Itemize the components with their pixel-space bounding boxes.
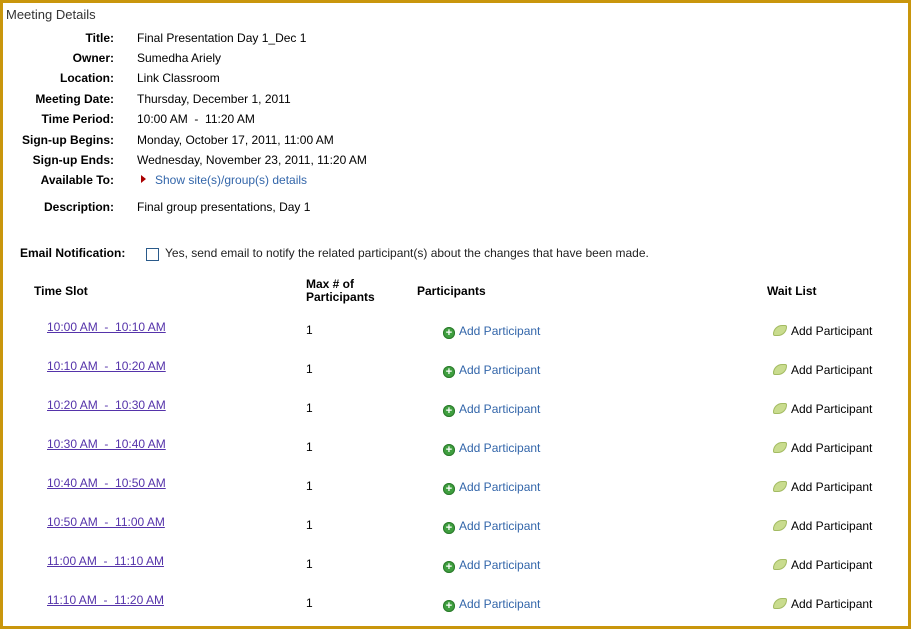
add-participant-button[interactable]: + Add Participant xyxy=(443,519,540,534)
leaf-icon xyxy=(773,559,787,570)
detail-label: Owner: xyxy=(72,51,114,65)
email-notification-label: Email Notification: xyxy=(20,246,126,260)
add-circle-icon: + xyxy=(443,405,455,417)
time-slot-link[interactable]: 10:20 AM - 10:30 AM xyxy=(47,398,166,412)
add-circle-icon: + xyxy=(443,444,455,456)
detail-available-to: Available To: Show site(s)/group(s) deta… xyxy=(3,172,403,188)
max-participants-value: 1 xyxy=(306,479,313,493)
add-participant-button[interactable]: + Add Participant xyxy=(443,402,540,417)
email-notify-checkbox[interactable] xyxy=(146,248,159,261)
add-waitlist-participant-label: Add Participant xyxy=(791,597,873,611)
add-participant-label: Add Participant xyxy=(459,402,541,416)
add-participant-button[interactable]: + Add Participant xyxy=(443,441,540,456)
add-waitlist-participant-button[interactable]: Add Participant xyxy=(773,402,872,416)
add-waitlist-participant-button[interactable]: Add Participant xyxy=(773,441,872,455)
detail-value: Sumedha Ariely xyxy=(137,51,222,65)
add-participant-label: Add Participant xyxy=(459,519,541,533)
add-waitlist-participant-button[interactable]: Add Participant xyxy=(773,363,872,377)
max-participants-value: 1 xyxy=(306,596,313,610)
add-waitlist-participant-label: Add Participant xyxy=(791,324,873,338)
detail-value: Final group presentations, Day 1 xyxy=(137,200,311,214)
add-participant-label: Add Participant xyxy=(459,363,541,377)
detail-label: Title: xyxy=(85,31,114,45)
add-waitlist-participant-button[interactable]: Add Participant xyxy=(773,519,872,533)
add-waitlist-participant-label: Add Participant xyxy=(791,480,873,494)
add-waitlist-participant-button[interactable]: Add Participant xyxy=(773,324,872,338)
time-slot-link[interactable]: 10:40 AM - 10:50 AM xyxy=(47,476,166,490)
add-participant-button[interactable]: + Add Participant xyxy=(443,480,540,495)
detail-value: Link Classroom xyxy=(137,71,220,85)
meeting-details-panel: Meeting Details Title: Final Presentatio… xyxy=(0,0,911,629)
header-max-participants: Max # of Participants xyxy=(306,278,375,304)
header-time-slot: Time Slot xyxy=(34,284,88,298)
time-slot-link[interactable]: 11:10 AM - 11:20 AM xyxy=(47,593,164,607)
triangle-right-icon[interactable] xyxy=(141,175,146,183)
time-slot-link[interactable]: 11:00 AM - 11:10 AM xyxy=(47,554,164,568)
detail-label: Location: xyxy=(60,71,114,85)
email-notification-row: Email Notification: Yes, send email to n… xyxy=(3,245,803,261)
max-participants-value: 1 xyxy=(306,323,313,337)
detail-value: Wednesday, November 23, 2011, 11:20 AM xyxy=(137,153,367,167)
time-slot-link[interactable]: 10:30 AM - 10:40 AM xyxy=(47,437,166,451)
detail-label: Time Period: xyxy=(41,112,114,126)
leaf-icon xyxy=(773,364,787,375)
detail-value: Monday, October 17, 2011, 11:00 AM xyxy=(137,133,334,147)
max-participants-value: 1 xyxy=(306,557,313,571)
email-notify-text: Yes, send email to notify the related pa… xyxy=(165,246,649,260)
add-circle-icon: + xyxy=(443,483,455,495)
add-waitlist-participant-label: Add Participant xyxy=(791,402,873,416)
add-circle-icon: + xyxy=(443,600,455,612)
add-participant-label: Add Participant xyxy=(459,597,541,611)
add-participant-label: Add Participant xyxy=(459,324,541,338)
header-max-line2: Participants xyxy=(306,290,375,304)
add-waitlist-participant-button[interactable]: Add Participant xyxy=(773,558,872,572)
add-circle-icon: + xyxy=(443,522,455,534)
add-circle-icon: + xyxy=(443,366,455,378)
max-participants-value: 1 xyxy=(306,440,313,454)
add-waitlist-participant-label: Add Participant xyxy=(791,363,873,377)
leaf-icon xyxy=(773,403,787,414)
add-waitlist-participant-label: Add Participant xyxy=(791,441,873,455)
leaf-icon xyxy=(773,442,787,453)
add-participant-button[interactable]: + Add Participant xyxy=(443,558,540,573)
detail-label: Sign-up Begins: xyxy=(22,133,114,147)
max-participants-value: 1 xyxy=(306,401,313,415)
detail-value: Thursday, December 1, 2011 xyxy=(137,92,291,106)
add-participant-button[interactable]: + Add Participant xyxy=(443,597,540,612)
leaf-icon xyxy=(773,598,787,609)
detail-label: Description: xyxy=(43,200,114,214)
detail-value: 10:00 AM - 11:20 AM xyxy=(137,112,255,126)
add-participant-label: Add Participant xyxy=(459,558,541,572)
max-participants-value: 1 xyxy=(306,518,313,532)
header-wait-list: Wait List xyxy=(767,284,817,298)
leaf-icon xyxy=(773,325,787,336)
time-slot-link[interactable]: 10:10 AM - 10:20 AM xyxy=(47,359,166,373)
add-participant-button[interactable]: + Add Participant xyxy=(443,324,540,339)
detail-value: Final Presentation Day 1_Dec 1 xyxy=(137,31,307,45)
leaf-icon xyxy=(773,481,787,492)
detail-label: Available To: xyxy=(40,173,114,187)
add-participant-button[interactable]: + Add Participant xyxy=(443,363,540,378)
header-participants: Participants xyxy=(417,284,486,298)
time-slot-link[interactable]: 10:50 AM - 11:00 AM xyxy=(47,515,165,529)
detail-label: Meeting Date: xyxy=(35,92,114,106)
time-slot-link[interactable]: 10:00 AM - 10:10 AM xyxy=(47,320,166,334)
show-site-group-details-link[interactable]: Show site(s)/group(s) details xyxy=(155,172,307,188)
add-waitlist-participant-label: Add Participant xyxy=(791,558,873,572)
detail-label: Sign-up Ends: xyxy=(32,153,114,167)
max-participants-value: 1 xyxy=(306,362,313,376)
add-participant-label: Add Participant xyxy=(459,441,541,455)
add-waitlist-participant-button[interactable]: Add Participant xyxy=(773,597,872,611)
add-circle-icon: + xyxy=(443,327,455,339)
add-participant-label: Add Participant xyxy=(459,480,541,494)
leaf-icon xyxy=(773,520,787,531)
add-waitlist-participant-button[interactable]: Add Participant xyxy=(773,480,872,494)
add-circle-icon: + xyxy=(443,561,455,573)
section-title: Meeting Details xyxy=(6,7,96,22)
add-waitlist-participant-label: Add Participant xyxy=(791,519,873,533)
